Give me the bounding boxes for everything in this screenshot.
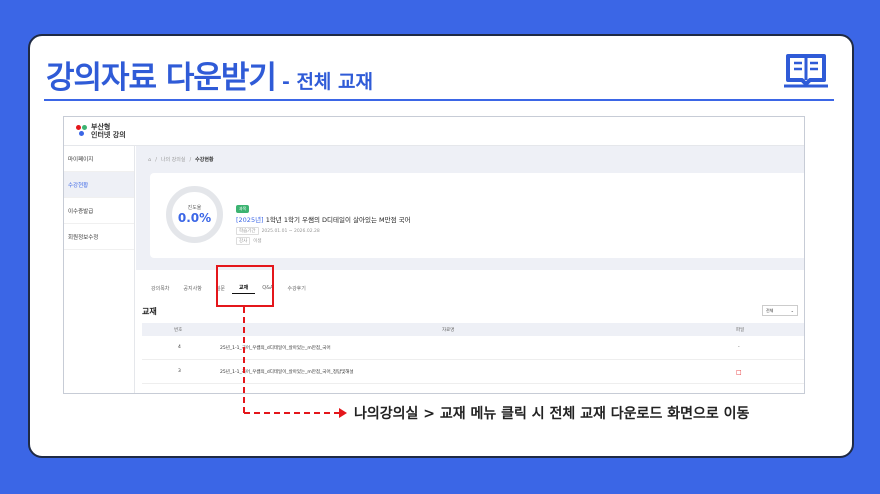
course-card: 진도율 0.0% 과목 [2025년] 1학년 1학기 우쌤의 D디테일이 살아… — [150, 173, 804, 258]
col-name: 자료명 — [442, 328, 455, 333]
title-underline — [44, 99, 834, 101]
slide-title-sub: - 전체 교재 — [281, 71, 373, 93]
site-header: 부산형 인터넷 강의 — [64, 117, 804, 146]
table-row: 3 25년_1-1_국어_우쌤의_d디테일이_살아있는_m만점_국어_정답및해설… — [142, 360, 804, 384]
materials-table-header: 번호 자료명 파일 — [142, 323, 804, 336]
teacher-label: 강사 — [236, 237, 251, 245]
tab-reviews[interactable]: 수강후기 — [280, 282, 312, 294]
callout-caption: 나의강의실 > 교재 메뉴 클릭 시 전체 교재 다운로드 화면으로 이동 — [354, 406, 750, 422]
breadcrumb-item1[interactable]: 나의 강의실 — [161, 156, 186, 163]
breadcrumb-sep: / — [189, 156, 192, 163]
sidebar-item-course-status[interactable]: 수강현황 — [64, 172, 134, 198]
col-no: 번호 — [174, 328, 183, 333]
row-name[interactable]: 25년_1-1_국어_우쌤의_d디테일이_살아있는_m만점_국어_정답및해설 — [220, 369, 354, 375]
course-title[interactable]: [2025년] 1학년 1학기 우쌤의 D디테일이 살아있는 M만점 국어 — [236, 214, 411, 224]
open-book-icon — [784, 54, 828, 88]
course-teacher: 강사 이샘 — [236, 237, 262, 245]
progress-label: 진도율 — [187, 205, 202, 211]
logo-line1: 부산형 — [91, 123, 111, 131]
callout-arrow-icon — [339, 408, 347, 418]
materials-filter-select[interactable]: 전체 ⌄ — [762, 305, 798, 316]
logo-line2: 인터넷 강의 — [91, 131, 126, 139]
slide-title: 강의자료 다운받기 - 전체 교재 — [46, 52, 373, 97]
materials-title: 교재 — [142, 307, 157, 316]
tab-toc[interactable]: 강의목차 — [144, 282, 176, 294]
sidebar: 마이페이지 수강현황 이수증발급 회원정보수정 — [64, 146, 135, 393]
row-no: 4 — [178, 345, 181, 350]
sidebar-item-certificate[interactable]: 이수증발급 — [64, 198, 134, 224]
course-badge: 과목 — [236, 205, 250, 213]
progress-ring: 진도율 0.0% — [166, 186, 223, 243]
sidebar-item-member-info[interactable]: 회원정보수정 — [64, 224, 134, 250]
home-icon[interactable]: ⌂ — [148, 157, 151, 163]
logo-mark-icon — [76, 125, 88, 137]
row-file: - — [738, 345, 740, 350]
row-no: 3 — [178, 369, 181, 374]
filter-value: 전체 — [766, 307, 774, 313]
highlight-box — [216, 265, 274, 307]
embedded-screenshot: 부산형 인터넷 강의 마이페이지 수강현황 이수증발급 회원정보수정 ⌂ / 나… — [63, 116, 805, 394]
callout-line-horizontal — [244, 412, 340, 414]
pdf-download-icon[interactable]: □ — [736, 369, 742, 376]
breadcrumb-sep: / — [155, 156, 157, 163]
site-logo[interactable]: 부산형 인터넷 강의 — [76, 123, 126, 139]
row-name[interactable]: 25년_1-1_국어_우쌤의_d디테일이_살아있는_m만점_국어 — [220, 345, 331, 351]
col-file: 파일 — [736, 328, 745, 333]
progress-value: 0.0% — [177, 211, 212, 225]
period-label: 학습기간 — [236, 227, 259, 235]
sidebar-item-mypage[interactable]: 마이페이지 — [64, 146, 134, 172]
chevron-down-icon: ⌄ — [790, 308, 794, 313]
breadcrumb-item2: 수강현황 — [195, 157, 214, 163]
teacher-value: 이샘 — [253, 239, 262, 244]
callout-line-vertical — [243, 307, 245, 413]
tab-notice[interactable]: 공지사항 — [176, 282, 208, 294]
course-year-tag: [2025년] — [236, 216, 264, 224]
period-value: 2025.01.01 ~ 2026.02.28 — [261, 228, 320, 234]
course-title-text: 1학년 1학기 우쌤의 D디테일이 살아있는 M만점 국어 — [265, 216, 411, 224]
slide-title-main: 강의자료 다운받기 — [46, 60, 277, 96]
breadcrumb: ⌂ / 나의 강의실 / 수강현황 — [148, 156, 214, 164]
table-row: 4 25년_1-1_국어_우쌤의_d디테일이_살아있는_m만점_국어 - — [142, 336, 804, 360]
course-period: 학습기간 2025.01.01 ~ 2026.02.28 — [236, 227, 320, 235]
